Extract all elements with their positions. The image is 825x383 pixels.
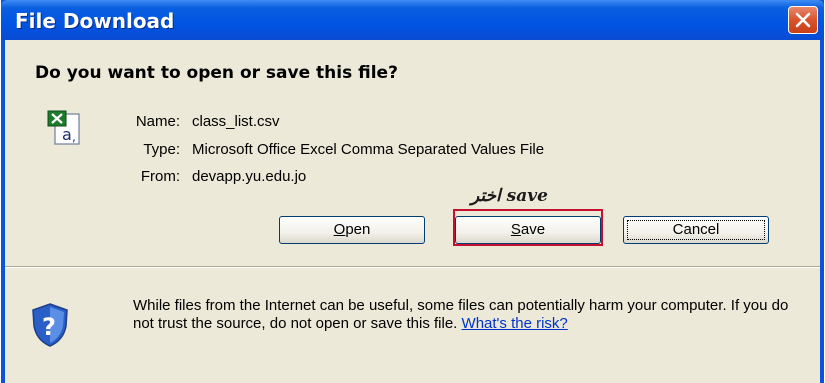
svg-text:?: ? bbox=[42, 313, 56, 341]
close-button[interactable] bbox=[788, 6, 818, 34]
svg-text:,: , bbox=[72, 130, 76, 144]
file-from-value: devapp.yu.edu.jo bbox=[192, 168, 307, 185]
file-name-value: class_list.csv bbox=[192, 113, 280, 130]
dialog-question: Do you want to open or save this file? bbox=[35, 63, 398, 83]
save-button[interactable]: Save bbox=[455, 216, 601, 244]
file-download-window: File Download Do you want to open or sav… bbox=[1, 0, 824, 383]
close-icon bbox=[795, 12, 811, 28]
svg-text:a: a bbox=[62, 125, 72, 144]
window-title: File Download bbox=[15, 9, 175, 33]
separator bbox=[5, 266, 820, 268]
dialog-body: Do you want to open or save this file? a… bbox=[5, 40, 820, 383]
annotation-choose-save: اختر save bbox=[471, 186, 548, 206]
open-label: pen bbox=[345, 221, 371, 238]
open-button[interactable]: Open bbox=[279, 216, 425, 244]
focus-ring bbox=[627, 220, 765, 240]
file-name-label: Name: bbox=[135, 113, 180, 130]
security-shield-question-icon: ? bbox=[32, 303, 68, 347]
file-from-label: From: bbox=[140, 168, 180, 185]
file-type-value: Microsoft Office Excel Comma Separated V… bbox=[192, 141, 545, 158]
file-type-label: Type: bbox=[143, 141, 180, 158]
save-mnemonic: S bbox=[510, 221, 521, 238]
cancel-button[interactable]: Cancel bbox=[623, 216, 769, 244]
title-bar[interactable]: File Download bbox=[1, 0, 824, 40]
warning-text-block: While files from the Internet can be use… bbox=[133, 297, 793, 333]
save-label: ave bbox=[520, 221, 546, 238]
excel-csv-file-icon: a , bbox=[47, 110, 80, 145]
open-mnemonic: O bbox=[333, 221, 346, 238]
whats-the-risk-link[interactable]: What's the risk? bbox=[462, 315, 568, 332]
